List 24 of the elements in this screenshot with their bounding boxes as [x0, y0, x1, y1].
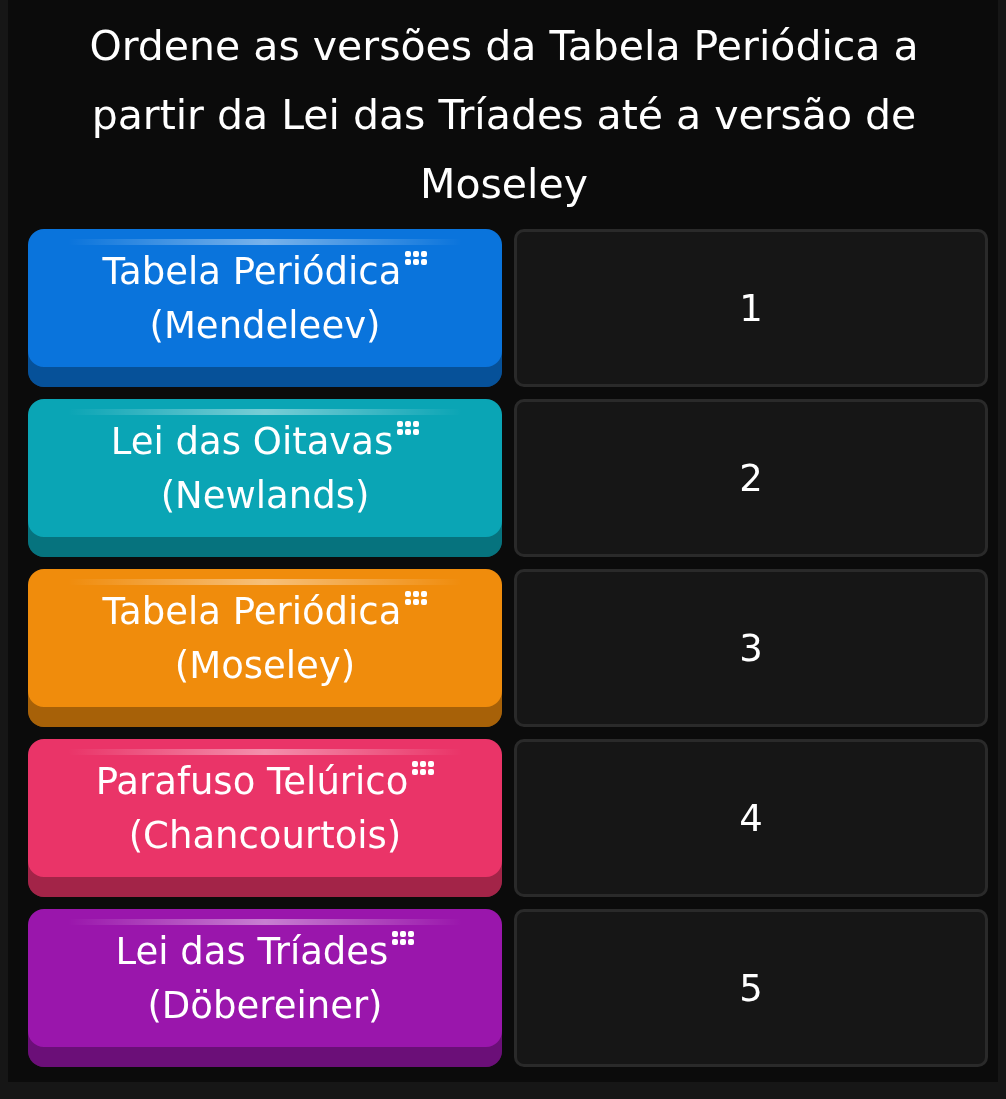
card-title: Tabela Periódica [102, 589, 402, 635]
drag-handle-icon [405, 251, 428, 266]
drag-handle-icon [412, 761, 435, 776]
card-title: Tabela Periódica [102, 249, 402, 295]
drop-slot[interactable]: 2 [514, 399, 988, 557]
card-subtitle: (Döbereiner) [147, 983, 383, 1029]
drop-slot[interactable]: 5 [514, 909, 988, 1067]
answer-card[interactable]: Lei das Tríades (Döbereiner) [28, 909, 502, 1067]
answer-card[interactable]: Parafuso Telúrico (Chancourtois) [28, 739, 502, 897]
drag-handle-icon [392, 931, 415, 946]
card-title: Lei das Tríades [115, 929, 389, 975]
drop-slot[interactable]: 3 [514, 569, 988, 727]
drop-slot[interactable]: 4 [514, 739, 988, 897]
drag-handle-icon [397, 421, 420, 436]
card-subtitle: (Chancourtois) [128, 813, 402, 859]
card-title: Parafuso Telúrico [95, 759, 409, 805]
answer-card[interactable]: Tabela Periódica (Mendeleev) [28, 229, 502, 387]
card-subtitle: (Mendeleev) [149, 303, 381, 349]
card-title: Lei das Oitavas [110, 419, 394, 465]
question-text: Ordene as versões da Tabela Periódica a partir da Lei das Tríades até a versão de Moseley [88, 21, 920, 210]
drag-handle-icon [405, 591, 428, 606]
drop-slot[interactable]: 1 [514, 229, 988, 387]
card-subtitle: (Newlands) [160, 473, 370, 519]
card-subtitle: (Moseley) [174, 643, 356, 689]
